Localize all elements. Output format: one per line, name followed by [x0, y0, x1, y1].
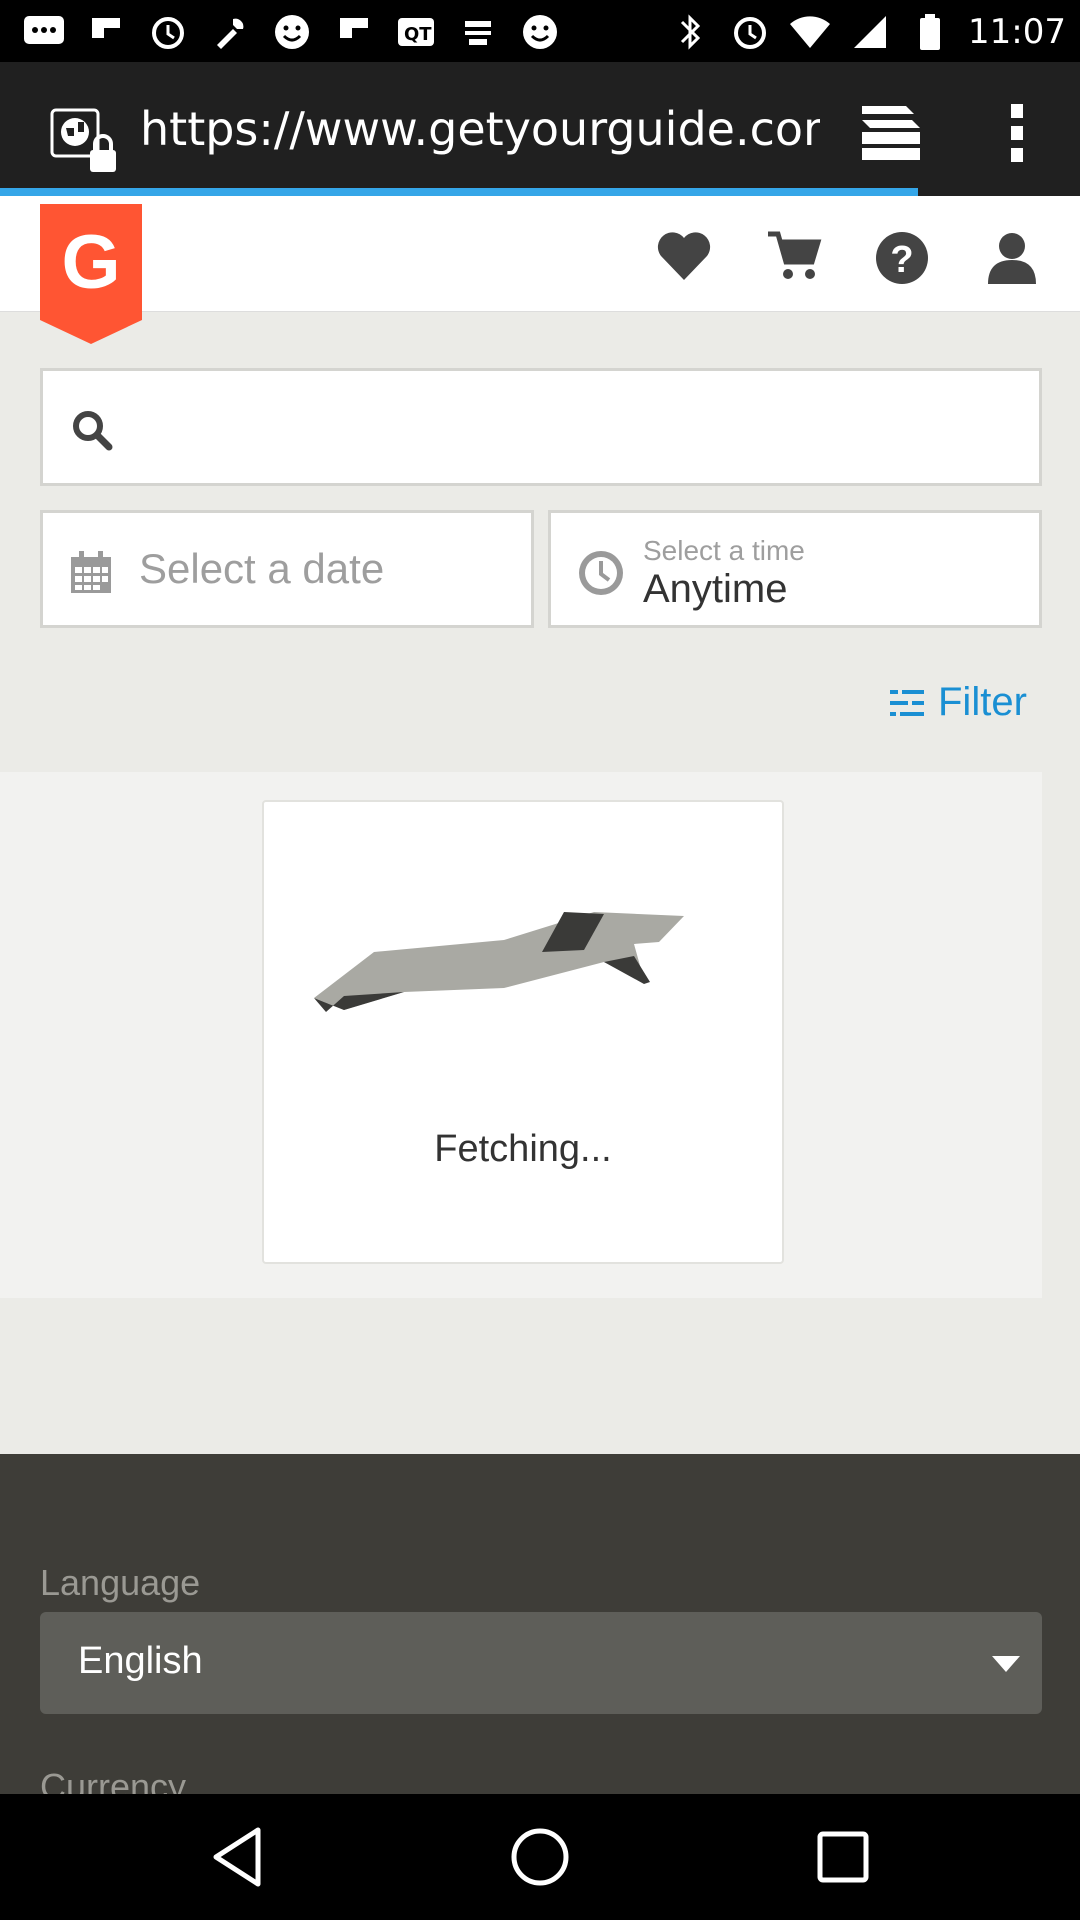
qt-icon: QT: [394, 10, 438, 54]
messages-icon: [22, 10, 66, 54]
app-icon: [456, 10, 500, 54]
url-bar[interactable]: https://www.getyourguide.com/: [140, 102, 820, 156]
flipboard-icon: [84, 10, 128, 54]
wrench-icon: [208, 10, 252, 54]
bluetooth-icon: [668, 10, 712, 54]
flipboard-icon: [332, 10, 376, 54]
currency-label: Currency: [40, 1766, 187, 1794]
back-icon[interactable]: [202, 1822, 272, 1892]
heart-icon[interactable]: [656, 230, 716, 286]
help-icon[interactable]: ?: [874, 230, 934, 286]
web-page: G ? Select a date Select a time Anytime: [0, 196, 1080, 1794]
home-icon[interactable]: [505, 1822, 575, 1892]
user-icon[interactable]: [984, 230, 1044, 286]
language-label: Language: [40, 1562, 201, 1603]
search-box[interactable]: [40, 368, 1042, 486]
cart-icon[interactable]: [766, 230, 826, 286]
svg-text:?: ?: [890, 239, 913, 281]
svg-text:QT: QT: [404, 24, 432, 45]
dropdown-arrow-icon: [992, 1656, 1020, 1672]
search-input[interactable]: [133, 391, 1013, 467]
search-icon: [69, 407, 115, 453]
alarm-icon: [146, 10, 190, 54]
language-value: English: [78, 1640, 203, 1682]
system-nav-bar: [0, 1794, 1080, 1920]
filter-icon: [890, 685, 924, 719]
calendar-icon: [69, 551, 113, 595]
browser-toolbar: https://www.getyourguide.com/: [0, 62, 1080, 196]
overflow-menu-icon[interactable]: [1000, 100, 1034, 166]
loading-card: Fetching...: [262, 800, 784, 1264]
alarm-icon: [728, 10, 772, 54]
smiley-icon: [518, 10, 562, 54]
time-picker[interactable]: Select a time Anytime: [548, 510, 1042, 628]
battery-icon: [908, 10, 952, 54]
recents-icon[interactable]: [808, 1822, 878, 1892]
status-bar: QT 11:07: [0, 0, 1080, 62]
signal-icon: [848, 10, 892, 54]
date-picker[interactable]: Select a date: [40, 510, 534, 628]
language-select[interactable]: English: [40, 1612, 1042, 1714]
filter-label: Filter: [938, 679, 1027, 724]
getyourguide-logo[interactable]: G: [40, 204, 142, 344]
loading-text: Fetching...: [434, 1128, 612, 1170]
page-load-progress: [0, 188, 918, 196]
smiley-icon: [270, 10, 314, 54]
secure-site-icon[interactable]: [50, 106, 122, 178]
time-label: Select a time: [643, 535, 805, 566]
logo-letter: G: [61, 220, 120, 305]
clock-icon: [577, 549, 625, 597]
time-value: Anytime: [643, 567, 788, 611]
tabs-icon[interactable]: [860, 102, 922, 164]
status-time: 11:07: [968, 12, 1066, 52]
date-placeholder: Select a date: [139, 545, 385, 592]
wifi-icon: [788, 10, 832, 54]
page-footer: Language English Currency: [0, 1454, 1080, 1794]
filter-button[interactable]: Filter: [890, 674, 1027, 730]
running-dog-icon: [314, 902, 704, 1032]
